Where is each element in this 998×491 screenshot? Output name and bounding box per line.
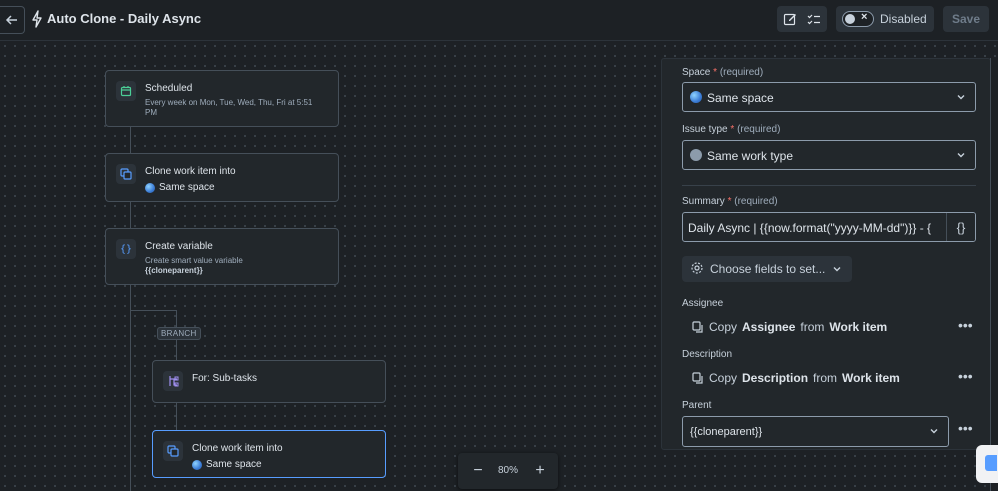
branch-connector [130, 310, 176, 311]
minus-icon: − [473, 462, 483, 479]
work-type-icon [690, 149, 702, 161]
description-label: Description [682, 349, 733, 360]
space-label: Space * (required) [682, 67, 764, 78]
node-description: Create smart value variable [145, 256, 243, 265]
choose-fields-button[interactable]: Choose fields to set... [682, 256, 852, 282]
issue-type-select[interactable]: Same work type [682, 140, 976, 170]
top-bar: Auto Clone - Daily Async × Disabled Save [0, 0, 998, 41]
checklist-view-button[interactable] [802, 6, 826, 32]
action-node-clone-selected[interactable]: Clone work item into Same space [152, 430, 386, 478]
view-toggle-group [777, 6, 827, 32]
toggle-knob [845, 14, 855, 24]
copy-field: Description [742, 371, 809, 385]
copy-label: Copy [709, 371, 738, 385]
node-target: Same space [192, 459, 262, 470]
toggle-label: Disabled [880, 12, 927, 26]
issue-type-label: Issue type * (required) [682, 124, 781, 135]
braces-icon: {} [116, 239, 136, 259]
panel-scroll-edge [990, 58, 998, 491]
node-target: Same space [145, 182, 215, 193]
action-node-create-variable[interactable]: {} Create variable Create smart value va… [105, 228, 339, 285]
space-avatar-icon [145, 182, 155, 193]
branch-icon [163, 371, 183, 391]
description-copy-row[interactable]: Copy Description from Work item [692, 371, 900, 385]
choose-fields-label: Choose fields to set... [710, 262, 826, 276]
arrow-left-icon [5, 15, 17, 25]
node-title: Clone work item into [145, 166, 236, 177]
config-panel: Space * (required) Same space Issue type… [661, 58, 991, 450]
node-title: Create variable [145, 241, 213, 252]
edit-view-button[interactable] [778, 6, 802, 32]
assignee-label: Assignee [682, 298, 724, 309]
zoom-controls: − 80% + [458, 453, 558, 489]
summary-input[interactable]: Daily Async | {{now.format("yyyy-MM-dd")… [682, 212, 976, 242]
chevron-down-icon [957, 95, 965, 100]
checklist-icon [807, 14, 820, 25]
lightning-bolt-icon [32, 10, 42, 28]
chevron-down-icon [930, 429, 938, 434]
space-select[interactable]: Same space [682, 82, 976, 112]
node-description: Every week on Mon, Tue, Wed, Thu, Fri at… [145, 98, 313, 117]
close-icon: × [861, 11, 868, 23]
branch-connector [176, 402, 177, 430]
chevron-down-icon [833, 267, 841, 272]
space-avatar-icon [690, 91, 702, 103]
calendar-icon [116, 81, 136, 101]
zoom-in-button[interactable]: + [530, 459, 550, 483]
zoom-out-button[interactable]: − [468, 459, 488, 483]
issue-type-select-value: Same work type [707, 149, 794, 163]
summary-value: Daily Async | {{now.format("yyyy-MM-dd")… [688, 221, 932, 235]
help-button[interactable] [976, 445, 998, 483]
copy-icon [692, 372, 703, 384]
parent-select[interactable]: {{cloneparent}} [682, 416, 949, 447]
braces-icon: {} [956, 219, 966, 235]
toggle-switch[interactable]: × [842, 11, 874, 27]
chevron-down-icon [957, 153, 965, 158]
copy-label: Copy [709, 320, 738, 334]
branch-node-subtasks[interactable]: For: Sub-tasks [152, 360, 386, 403]
zoom-level: 80% [498, 465, 519, 476]
action-node-clone[interactable]: Clone work item into Same space [105, 153, 339, 202]
more-options-icon[interactable]: ••• [958, 420, 973, 436]
plus-icon: + [535, 462, 545, 479]
more-options-icon[interactable]: ••• [958, 368, 973, 384]
copy-from: from [800, 320, 825, 334]
copy-field: Assignee [742, 320, 796, 334]
node-target-label: Same space [159, 182, 215, 193]
copy-icon [692, 321, 703, 333]
back-button[interactable] [0, 6, 25, 34]
copy-source: Work item [829, 320, 888, 334]
more-options-icon[interactable]: ••• [958, 317, 973, 333]
branch-tag: BRANCH [157, 327, 201, 340]
node-title: For: Sub-tasks [192, 373, 258, 384]
enable-toggle[interactable]: × Disabled [836, 6, 934, 32]
clone-icon [116, 164, 136, 184]
trigger-node-scheduled[interactable]: Scheduled Every week on Mon, Tue, Wed, T… [105, 70, 339, 127]
save-button[interactable]: Save [943, 6, 989, 32]
node-title: Scheduled [145, 83, 193, 94]
copy-from: from [813, 371, 838, 385]
smart-value-button[interactable]: {} [946, 213, 975, 241]
help-icon [985, 455, 997, 471]
parent-select-value: {{cloneparent}} [690, 426, 763, 438]
edit-icon [783, 13, 796, 26]
parent-label: Parent [682, 400, 712, 411]
space-avatar-icon [192, 459, 202, 470]
copy-source: Work item [842, 371, 900, 385]
space-select-value: Same space [707, 91, 774, 105]
assignee-copy-row[interactable]: Copy Assignee from Work item [692, 320, 887, 334]
rule-title: Auto Clone - Daily Async [47, 11, 202, 26]
gear-icon [691, 262, 703, 274]
node-title: Clone work item into [192, 443, 283, 454]
variable-name: {{cloneparent}} [145, 266, 203, 275]
clone-icon [163, 441, 183, 461]
divider [682, 185, 976, 186]
summary-label: Summary * (required) [682, 196, 778, 207]
node-target-label: Same space [206, 459, 262, 470]
